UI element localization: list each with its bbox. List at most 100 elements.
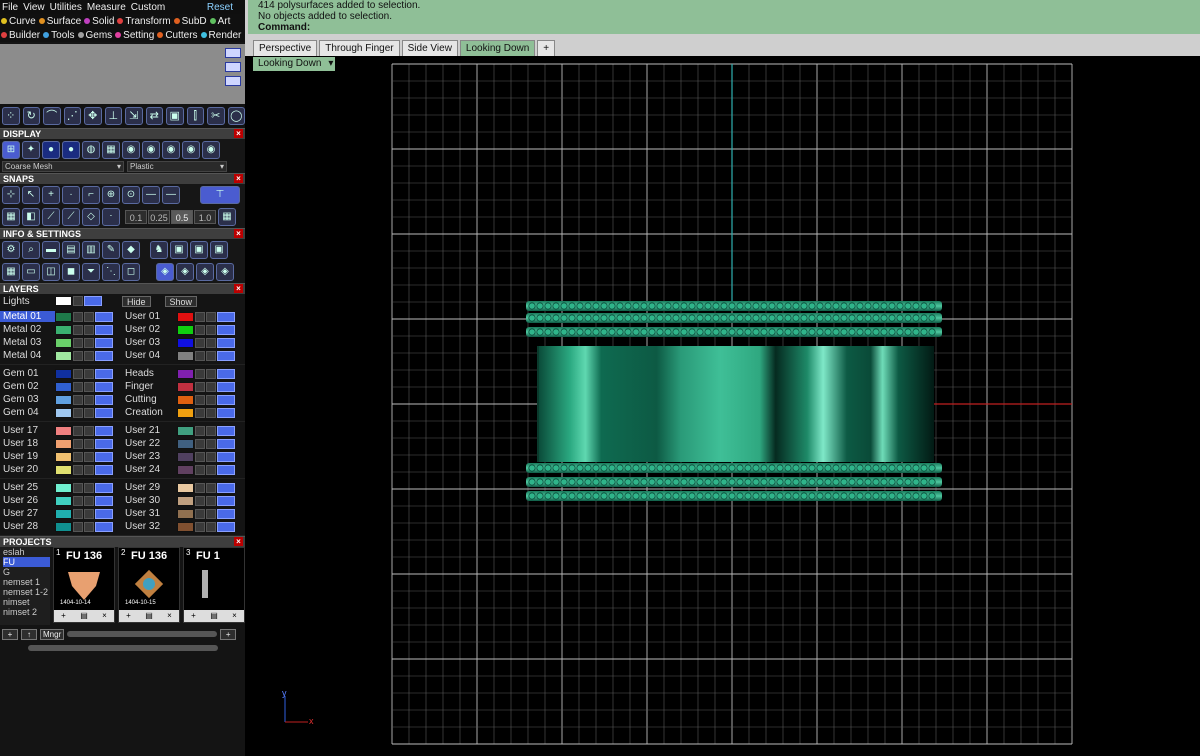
layer-name[interactable]: User 24 (122, 464, 177, 475)
layer-visibility-toggle[interactable] (95, 482, 113, 493)
layer-visibility-toggle[interactable] (217, 407, 235, 418)
grid-icon[interactable]: ▦ (2, 208, 20, 226)
layer-color-swatch[interactable] (55, 521, 72, 532)
reset-button[interactable]: Reset (207, 2, 233, 13)
layer-visibility-toggle[interactable] (217, 350, 235, 361)
layer-visibility-toggle[interactable] (95, 521, 113, 532)
category-curve[interactable]: Curve (1, 16, 36, 27)
layer-name[interactable]: Gem 04 (0, 407, 55, 418)
layer-name[interactable]: User 29 (122, 482, 177, 493)
layer-row[interactable]: Creation (122, 406, 244, 419)
layer-visibility-toggle[interactable] (95, 438, 113, 449)
add-project-button[interactable]: + (2, 628, 18, 640)
layer-row[interactable]: User 02 (122, 323, 244, 336)
panel-icon[interactable]: ▭ (22, 263, 40, 281)
layer-color-swatch[interactable] (55, 311, 72, 322)
edit-points-icon[interactable]: ⋰ (63, 107, 81, 125)
snap-size-0-1[interactable]: 0.1 (125, 210, 147, 224)
snap-line-icon[interactable]: — (142, 186, 160, 204)
category-cutters[interactable]: Cutters (157, 30, 198, 41)
layer-visibility-toggle[interactable] (95, 350, 113, 361)
layer-row[interactable]: User 23 (122, 450, 244, 463)
delete-icon[interactable]: × (167, 610, 172, 622)
cube-info-icon[interactable]: ◫ (42, 263, 60, 281)
calculator-icon[interactable]: ▥ (82, 241, 100, 259)
layer-visibility-toggle[interactable] (95, 508, 113, 519)
layer-color-swatch[interactable] (177, 394, 194, 405)
diagonal-icon[interactable]: ⟋ (42, 208, 60, 226)
layer-color-swatch[interactable] (55, 368, 72, 379)
layer-visibility-toggle[interactable] (217, 381, 235, 392)
layer-row[interactable]: User 26 (0, 494, 122, 507)
layer-row[interactable]: User 27 (0, 507, 122, 520)
lock-icon[interactable] (73, 350, 83, 361)
select-icon[interactable] (84, 438, 94, 449)
lock-icon[interactable] (73, 407, 83, 418)
notes-icon[interactable]: ✎ (102, 241, 120, 259)
lock-icon[interactable] (195, 495, 205, 506)
view-icon[interactable]: ◻ (122, 263, 140, 281)
snap-circle-icon[interactable]: ⊙ (122, 186, 140, 204)
project-list-item[interactable]: nemset 1-2 (3, 587, 50, 597)
material-gold-icon[interactable]: ◉ (142, 141, 160, 159)
layer-name[interactable]: User 30 (122, 495, 177, 506)
project-list-item[interactable]: eslah (3, 547, 50, 557)
layer-visibility-toggle[interactable] (95, 311, 113, 322)
layer-color-swatch[interactable] (55, 425, 72, 436)
layer-row[interactable]: Gem 03 (0, 393, 122, 406)
layer-name[interactable]: User 20 (0, 464, 55, 475)
grid-layout-icon[interactable]: ▦ (2, 263, 20, 281)
add-icon[interactable]: + (61, 610, 66, 622)
category-render[interactable]: Render (200, 30, 241, 41)
select-icon[interactable] (206, 337, 216, 348)
snap-node-icon[interactable]: ⋅ (102, 208, 120, 226)
project-list-item[interactable]: nemset 1 (3, 577, 50, 587)
layer-color-swatch[interactable] (55, 495, 72, 506)
material-glass-icon[interactable]: ◉ (182, 141, 200, 159)
close-icon[interactable]: × (234, 129, 243, 138)
layer-visibility-toggle[interactable] (95, 337, 113, 348)
layer-visibility-toggle[interactable] (95, 451, 113, 462)
select-icon[interactable] (206, 451, 216, 462)
curve-icon[interactable]: ⌒ (43, 107, 61, 125)
align-icon[interactable]: ⊥ (104, 107, 122, 125)
screen-icon[interactable]: ▦ (102, 141, 120, 159)
layer-color-swatch[interactable] (177, 464, 194, 475)
close-icon[interactable]: × (234, 537, 243, 546)
select-icon[interactable] (206, 311, 216, 322)
lock-icon[interactable] (195, 451, 205, 462)
layer-name[interactable]: Metal 02 (0, 324, 55, 335)
lock-icon[interactable] (195, 425, 205, 436)
category-subd[interactable]: SubD (173, 16, 207, 27)
layer-name[interactable]: Gem 01 (0, 368, 55, 379)
lock-icon[interactable] (73, 521, 83, 532)
ring-icon[interactable]: ◯ (227, 107, 245, 125)
layer-visibility-toggle[interactable] (217, 425, 235, 436)
layer-name[interactable]: Gem 03 (0, 394, 55, 405)
layer-name[interactable]: User 17 (0, 425, 55, 436)
layer-visibility-toggle[interactable] (95, 464, 113, 475)
frame-1-icon[interactable]: ▣ (170, 241, 188, 259)
view-select[interactable]: Looking Down (253, 57, 336, 71)
lock-icon[interactable] (73, 394, 83, 405)
layer-visibility-toggle[interactable] (95, 425, 113, 436)
layer-row[interactable]: User 32 (122, 520, 244, 533)
layer-name[interactable]: User 23 (122, 451, 177, 462)
layer-name[interactable]: User 28 (0, 521, 55, 532)
category-surface[interactable]: Surface (38, 16, 81, 27)
frame-2-icon[interactable]: ▣ (190, 241, 208, 259)
layer-visibility-toggle[interactable] (217, 464, 235, 475)
panel-toggle-2[interactable] (225, 62, 241, 72)
close-icon[interactable]: × (234, 284, 243, 293)
category-transform[interactable]: Transform (117, 16, 171, 27)
lock-icon[interactable] (195, 438, 205, 449)
layer-color-swatch[interactable] (55, 394, 72, 405)
layer-color-swatch[interactable] (177, 381, 194, 392)
layer-visibility-toggle[interactable] (217, 508, 235, 519)
coords-3-icon[interactable]: ◈ (196, 263, 214, 281)
category-tools[interactable]: Tools (43, 30, 75, 41)
layer-visibility-toggle[interactable] (217, 311, 235, 322)
thumbnail-scrollbar[interactable] (67, 631, 218, 637)
bbox-icon[interactable]: ▣ (166, 107, 184, 125)
layer-name[interactable]: User 19 (0, 451, 55, 462)
